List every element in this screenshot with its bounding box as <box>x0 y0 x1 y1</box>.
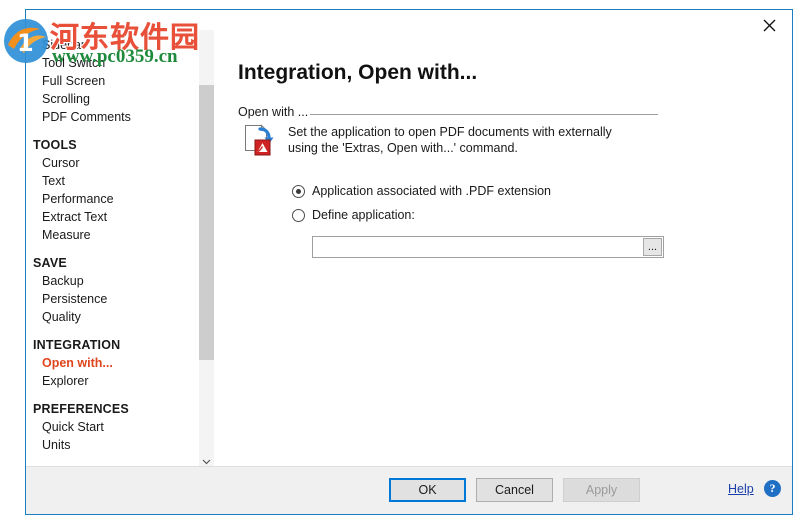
description-row: Set the application to open PDF document… <box>244 124 644 156</box>
scrollbar-thumb[interactable] <box>199 85 214 360</box>
sidebar-item-units[interactable]: Units <box>27 436 189 454</box>
ok-button[interactable]: OK <box>389 478 466 502</box>
radio-label-define-application: Define application: <box>312 208 415 222</box>
sidebar-item-backup[interactable]: Backup <box>27 272 189 290</box>
radio-indicator-selected[interactable] <box>292 184 305 198</box>
sidebar-item-scrolling[interactable]: Scrolling <box>27 90 189 108</box>
sidebar-item-quick-start[interactable]: Quick Start <box>27 418 189 436</box>
sidebar-header-tools: TOOLS <box>33 138 77 152</box>
sidebar-item-persistence[interactable]: Persistence <box>27 290 189 308</box>
application-path-row[interactable]: ... <box>312 236 664 258</box>
sidebar-item-extract-text[interactable]: Extract Text <box>27 208 189 226</box>
sidebar-item-tool-switch[interactable]: Tool Switch <box>27 54 189 72</box>
radio-label-application-associated: Application associated with .PDF extensi… <box>312 184 552 198</box>
radio-application-associated[interactable]: Application associated with .PDF extensi… <box>292 184 551 198</box>
nav-group-preferences: PREFERENCES Quick Start Units <box>27 401 189 454</box>
sidebar-item-full-screen[interactable]: Full Screen <box>27 72 189 90</box>
sidebar-item-cursor[interactable]: Cursor <box>27 154 189 172</box>
sidebar-item-performance[interactable]: Performance <box>27 190 189 208</box>
sidebar-header-preferences: PREFERENCES <box>33 402 129 416</box>
sidebar-item-text[interactable]: Text <box>27 172 189 190</box>
sidebar-item-open-with[interactable]: Open with... <box>27 354 189 372</box>
nav-group-general: Sidebar Tool Switch Full Screen Scrollin… <box>27 36 189 126</box>
radio-indicator-unselected[interactable] <box>292 208 305 222</box>
sidebar-item-measure[interactable]: Measure <box>27 226 189 244</box>
apply-button: Apply <box>563 478 640 502</box>
sidebar-item-quality[interactable]: Quality <box>27 308 189 326</box>
sidebar-header-integration: INTEGRATION <box>33 338 121 352</box>
radio-define-application[interactable]: Define application: <box>292 208 415 222</box>
sidebar-divider <box>214 18 215 470</box>
sidebar-item-explorer[interactable]: Explorer <box>27 372 189 390</box>
settings-sidebar[interactable]: Sidebar Tool Switch Full Screen Scrollin… <box>27 18 189 468</box>
dialog-footer: OK Cancel Apply Help ? <box>26 466 792 514</box>
page-title: Integration, Open with... <box>238 61 478 84</box>
browse-button[interactable]: ... <box>643 238 662 256</box>
main-panel: Integration, Open with... Open with ... … <box>216 46 792 466</box>
sidebar-item-pdf-comments[interactable]: PDF Comments <box>27 108 189 126</box>
description-text: Set the application to open PDF document… <box>288 125 612 155</box>
sidebar-header-save: SAVE <box>33 256 67 270</box>
question-mark-icon[interactable]: ? <box>764 480 781 497</box>
nav-group-save: SAVE Backup Persistence Quality <box>27 255 189 326</box>
settings-window: Settings Sidebar Tool Switch Full Screen… <box>25 9 793 515</box>
application-path-input[interactable] <box>313 237 643 257</box>
nav-group-integration: INTEGRATION Open with... Explorer <box>27 337 189 390</box>
close-icon[interactable] <box>747 10 792 40</box>
group-rule <box>310 114 658 115</box>
cancel-button[interactable]: Cancel <box>476 478 553 502</box>
pdf-open-with-icon <box>244 124 274 156</box>
sidebar-scrollbar[interactable] <box>199 30 214 470</box>
sidebar-item-sidebar[interactable]: Sidebar <box>27 36 189 54</box>
nav-group-tools: TOOLS Cursor Text Performance Extract Te… <box>27 137 189 244</box>
help-link[interactable]: Help <box>728 482 754 496</box>
group-label: Open with ... <box>238 105 315 119</box>
